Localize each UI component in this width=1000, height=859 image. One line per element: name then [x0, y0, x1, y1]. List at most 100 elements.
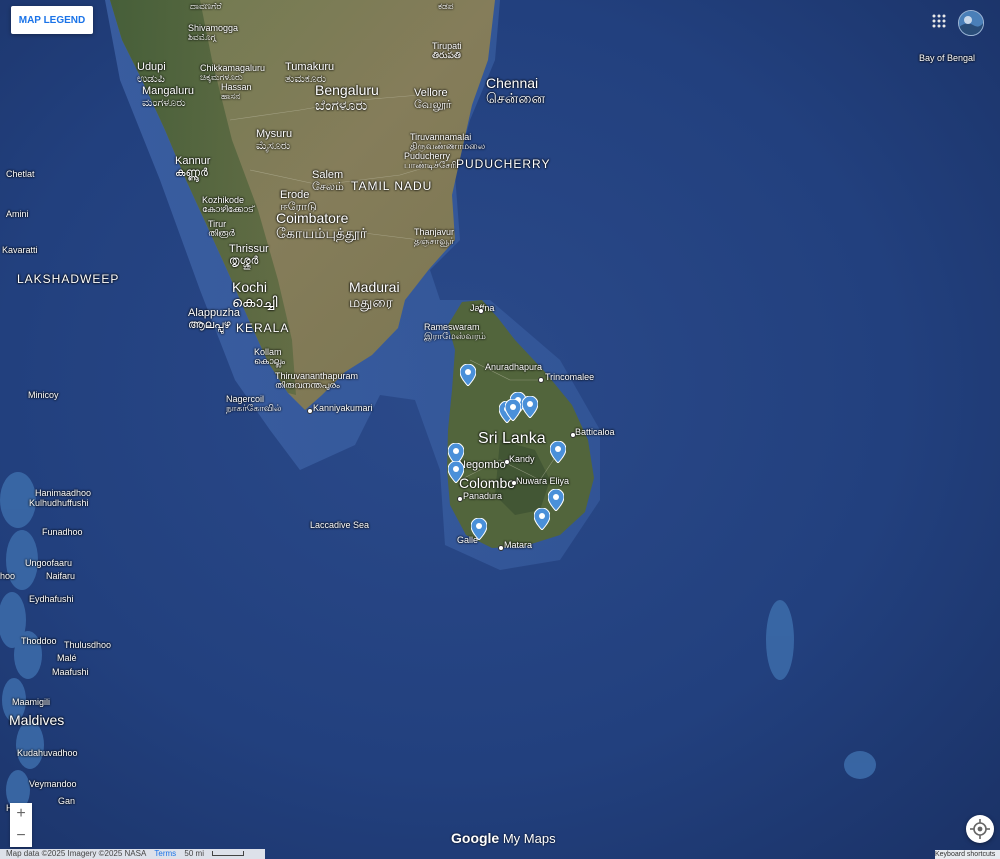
marker-9[interactable] — [534, 508, 550, 530]
label-veymandoo: Veymandoo — [29, 779, 77, 789]
label-puducherry: Puducherry பாண்டிச்சேரி — [404, 151, 457, 171]
apps-grid-icon[interactable] — [932, 14, 946, 28]
label-ungoofaaru: Ungoofaaru — [25, 558, 73, 568]
label-matara: Matara — [504, 540, 533, 550]
label-eydhafushi: Eydhafushi — [29, 594, 74, 604]
label-kannur-en: Kannur — [175, 155, 211, 167]
label-minicoy: Minicoy — [28, 390, 59, 400]
label-kannur: Kannur കണ്ണൂർ — [175, 155, 211, 179]
map-legend-button[interactable]: MAP LEGEND — [11, 6, 93, 34]
label-mysuru-kn: ಮೈಸೂರು — [256, 139, 291, 152]
city-dot — [307, 408, 313, 414]
marker-5[interactable] — [550, 441, 566, 463]
label-hassan-kn: ಹಾಸನ — [221, 91, 241, 102]
label-kochi-en: Kochi — [232, 279, 268, 295]
marker-11[interactable] — [505, 399, 521, 421]
label-salem-en: Salem — [312, 169, 344, 181]
label-thanjavur-ta: தஞ்சாவூர் — [414, 236, 455, 247]
label-amini: Amini — [6, 209, 29, 219]
label-alappuzha-en: Alappuzha — [188, 307, 240, 319]
map-attribution: Map data ©2025 Imagery ©2025 NASA — [6, 849, 147, 858]
label-kochi: Kochi കൊച്ചി — [232, 280, 277, 309]
marker-10[interactable] — [471, 518, 487, 540]
label-tirupati-te: తిరుపతి — [432, 50, 461, 61]
label-thiruvananthapuram: Thiruvananthapuram തിരുവനന്തപുരം — [275, 371, 358, 391]
label-vellore-ta: வேலூர் — [414, 98, 452, 111]
label-coimbatore-ta: கோயம்புத்தூர் — [276, 224, 368, 241]
label-alappuzha: Alappuzha ആലപ്പുഴ — [188, 307, 240, 331]
city-dot — [498, 545, 504, 551]
label-erode-en: Erode — [280, 189, 310, 201]
label-kulhudhuffushi: Kulhudhuffushi — [29, 498, 89, 508]
label-lakshadweep: LAKSHADWEEP — [17, 272, 120, 286]
label-kerala: KERALA — [236, 321, 290, 335]
label-panadura: Panadura — [463, 491, 503, 501]
label-vellore: Vellore வேலூர் — [414, 87, 452, 111]
city-dot — [478, 308, 484, 314]
label-kavaratti: Kavaratti — [2, 245, 38, 255]
marker-8[interactable] — [548, 489, 564, 511]
label-kollam: Kollam കൊല്ലം — [254, 347, 285, 367]
label-nuwara-eliya: Nuwara Eliya — [516, 476, 570, 486]
label-coimbatore-en: Coimbatore — [276, 210, 349, 226]
label-madurai-en: Madurai — [349, 279, 400, 295]
city-dot — [511, 480, 517, 486]
marker-4[interactable] — [522, 396, 538, 418]
label-coimbatore: Coimbatore கோயம்புத்தூர் — [276, 211, 367, 240]
label-tiruvannamalai: Tiruvannamalai திருவண்ணாமலை — [410, 132, 486, 152]
label-chikkamagaluru-kn: ಚಿಕ್ಕಮಗಳೂರು — [200, 72, 243, 83]
user-avatar[interactable] — [958, 10, 984, 36]
label-thiruvananthapuram-ml: തിരുവനന്തപുരം — [275, 380, 340, 391]
my-location-button[interactable] — [966, 815, 994, 843]
label-anuradhapura: Anuradhapura — [485, 362, 543, 372]
terms-link[interactable]: Terms — [154, 849, 176, 858]
label-nagercoil-ta: நாகர்கோவில் — [226, 403, 282, 414]
label-bengaluru-en: Bengaluru — [315, 82, 379, 98]
label-naifaru: Naifaru — [46, 571, 76, 581]
label-mysuru-en: Mysuru — [256, 128, 293, 140]
marker-7[interactable] — [448, 461, 464, 483]
scale-bar — [212, 851, 245, 857]
label-thrissur-ml: തൃശ്ശൂർ — [229, 254, 259, 267]
label-tiruvannamalai-ta: திருவண்ணாமலை — [410, 141, 486, 152]
label-thulusdhoo: Thulusdhoo — [64, 640, 112, 650]
keyboard-shortcuts-link[interactable]: Keyboard shortcuts — [935, 850, 1000, 859]
label-udupi: Udupi ಉಡುಪಿ — [137, 61, 166, 85]
label-chikkamagaluru: Chikkamagaluru ಚಿಕ್ಕಮಗಳೂರು — [200, 63, 265, 83]
avatar-image — [959, 11, 983, 35]
label-kanniyakumari: Kanniyakumari — [313, 403, 373, 413]
label-top-cut-kn: ದಾವಣಗೆರೆ — [190, 1, 222, 11]
label-chennai-en: Chennai — [486, 75, 539, 91]
label-kozhikode: Kozhikode കോഴിക്കോട് — [202, 195, 254, 215]
label-puducherry-ta: பாண்டிச்சேரி — [404, 160, 457, 171]
label-kandy: Kandy — [509, 454, 535, 464]
label-mangaluru: Mangaluru ಮಂಗಳೂರು — [142, 85, 194, 109]
label-top-cut-te: ಕಡಪ — [438, 1, 454, 11]
label-thoddoo: Thoddoo — [21, 636, 57, 646]
logo-mymaps: My Maps — [499, 831, 556, 846]
logo-google: Google — [451, 830, 500, 846]
label-chetlat: Chetlat — [6, 169, 35, 179]
label-rameswaram-ta: இராமேஸ்வரம் — [424, 331, 486, 342]
label-mangaluru-en: Mangaluru — [142, 85, 194, 97]
label-male: Malé — [57, 653, 77, 663]
city-dot — [570, 432, 576, 438]
label-negombo: Negombo — [458, 459, 506, 471]
map-footer: Map data ©2025 Imagery ©2025 NASA Terms … — [0, 849, 265, 859]
label-gan: Gan — [58, 796, 76, 806]
marker-1[interactable] — [460, 364, 476, 386]
city-dot — [538, 377, 544, 383]
label-left-hoo: hoo — [0, 571, 16, 581]
label-kozhikode-ml: കോഴിക്കോട് — [202, 204, 254, 215]
label-tirur-ml: തിരൂർ — [208, 228, 235, 239]
label-nagercoil: Nagercoil நாகர்கோவில் — [226, 394, 282, 414]
zoom-in-button[interactable]: + — [10, 803, 32, 825]
label-thrissur-en: Thrissur — [229, 243, 269, 255]
zoom-control: + − — [10, 803, 32, 847]
label-bay-of-bengal: Bay of Bengal — [919, 53, 976, 63]
label-tumakuru-en: Tumakuru — [285, 61, 335, 73]
zoom-out-button[interactable]: − — [10, 825, 32, 847]
label-tirur: Tirur തിരൂർ — [208, 219, 235, 239]
label-mysuru: Mysuru ಮೈಸೂರು — [256, 128, 293, 152]
label-puducherry-region: PUDUCHERRY — [456, 157, 551, 171]
